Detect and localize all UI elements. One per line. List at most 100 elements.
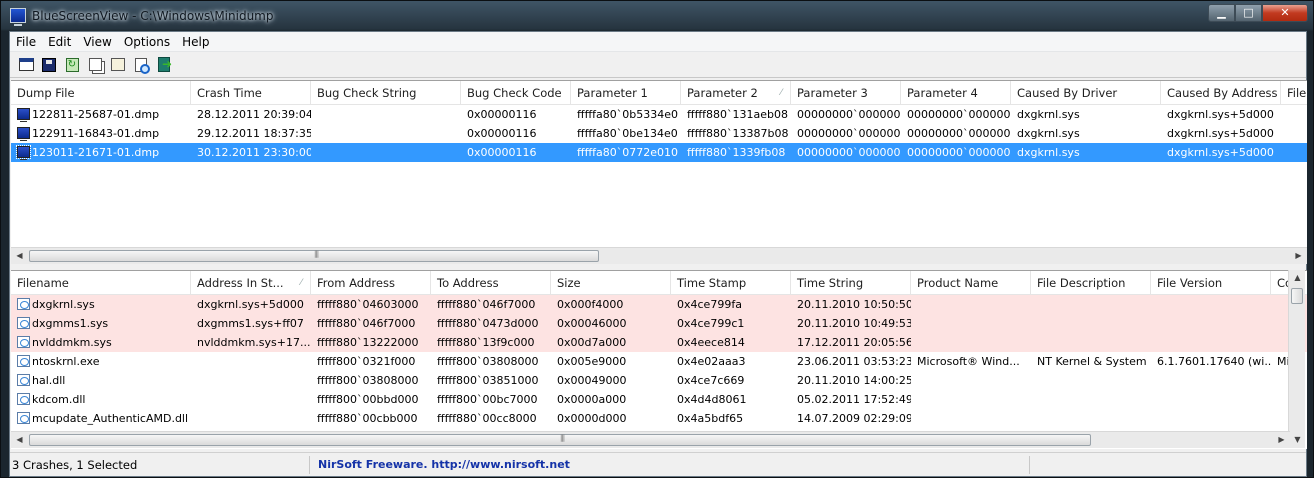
column-header-filename[interactable]: Filename [11, 271, 191, 295]
menu-view[interactable]: View [77, 35, 117, 49]
column-header-time-stamp[interactable]: Time Stamp [671, 271, 791, 295]
column-header-bug-check-code[interactable]: Bug Check Code [461, 81, 571, 105]
crash-list[interactable]: Dump File Crash Time Bug Check String Bug C… [11, 80, 1307, 264]
cell-filename: kdcom.dll [11, 390, 191, 409]
column-header-time-string[interactable]: Time String [791, 271, 911, 295]
find-button[interactable] [131, 55, 151, 75]
column-header-size[interactable]: Size [551, 271, 671, 295]
cell-from-address: fffff800`0321f000 [311, 352, 431, 371]
driver-list-vscrollbar[interactable]: ▲ ▼ [1288, 270, 1305, 448]
scroll-up-arrow[interactable]: ▲ [1289, 270, 1306, 286]
column-header-file[interactable]: File [1281, 81, 1307, 105]
cell-text: fffff800`0321f000 [317, 355, 416, 368]
column-header-address-in-st[interactable]: Address In St... ⁄ [191, 271, 311, 295]
copy-button[interactable] [85, 55, 105, 75]
driver-row[interactable]: kdcom.dll fffff800`00bbd000 fffff800`00bc7… [11, 390, 1307, 409]
scroll-down-arrow[interactable]: ▼ [1289, 432, 1306, 448]
cell-parameter-3: 00000000`000000... [791, 143, 901, 162]
cell-text: 0x0000a000 [557, 393, 627, 406]
cell-file-description [1031, 333, 1151, 352]
column-header-parameter-3[interactable]: Parameter 3 [791, 81, 901, 105]
menu-help[interactable]: Help [176, 35, 215, 49]
column-header-dump-file[interactable]: Dump File [11, 81, 191, 105]
maximize-button[interactable]: □ [1235, 4, 1262, 22]
crash-row[interactable]: 122911-16843-01.dmp 29.12.2011 18:37:35 0x… [11, 124, 1307, 143]
cell-text: fffff800`00bc7000 [437, 393, 538, 406]
cell-bug-check-string [311, 143, 461, 162]
column-header-parameter-2[interactable]: Parameter 2 ⁄ [681, 81, 791, 105]
scroll-right-arrow[interactable]: ▶ [1273, 432, 1290, 448]
html-report-button[interactable] [16, 55, 36, 75]
column-header-caused-by-driver[interactable]: Caused By Driver [1011, 81, 1161, 105]
properties-button[interactable] [108, 55, 128, 75]
scroll-thumb[interactable] [29, 250, 599, 262]
scroll-left-arrow[interactable]: ◀ [11, 248, 28, 264]
cell-to-address: fffff880`046f7000 [431, 295, 551, 314]
column-header-parameter-4[interactable]: Parameter 4 [901, 81, 1011, 105]
cell-file-description [1031, 295, 1151, 314]
column-header-caused-by-address[interactable]: Caused By Address [1161, 81, 1281, 105]
column-header-label: Product Name [917, 276, 999, 290]
driver-row[interactable]: dxgkrnl.sys dxgkrnl.sys+5d000 fffff880`046… [11, 295, 1307, 314]
column-header-product-name[interactable]: Product Name [911, 271, 1031, 295]
cell-to-address: fffff800`03808000 [431, 352, 551, 371]
vscroll-thumb[interactable] [1291, 288, 1303, 304]
nirsoft-link[interactable]: NirSoft Freeware. http://www.nirsoft.net [310, 455, 1030, 474]
crash-list-rows: 122811-25687-01.dmp 28.12.2011 20:39:04 0x… [11, 105, 1307, 162]
cell-address-in-st [191, 409, 311, 428]
driver-row[interactable]: ntoskrnl.exe fffff800`0321f000 fffff800`03… [11, 352, 1307, 371]
column-header-label: Parameter 1 [577, 86, 648, 100]
cell-time-string: 20.11.2010 14:00:25 [791, 371, 911, 390]
driver-row[interactable]: dxgmms1.sys dxgmms1.sys+ff07 fffff880`046f… [11, 314, 1307, 333]
title-bar[interactable]: BlueScreenView - C:\Windows\Minidump ▁ □… [1, 1, 1313, 31]
cell-file [1281, 105, 1307, 124]
save-button[interactable] [39, 55, 59, 75]
cell-parameter-1: fffffa80`0be134e0 [571, 124, 681, 143]
column-header-label: File Version [1157, 276, 1223, 290]
column-header-file-description[interactable]: File Description [1031, 271, 1151, 295]
close-button[interactable]: ✕ [1262, 4, 1308, 22]
column-header-file-version[interactable]: File Version [1151, 271, 1271, 295]
cell-caused-by-driver: dxgkrnl.sys [1011, 105, 1161, 124]
column-header-to-address[interactable]: To Address [431, 271, 551, 295]
cell-text: 29.12.2011 18:37:35 [197, 127, 311, 140]
bluescreen-icon [17, 108, 30, 122]
column-header-crash-time[interactable]: Crash Time [191, 81, 311, 105]
cell-from-address: fffff800`00bbd000 [311, 390, 431, 409]
minimize-button[interactable]: ▁ [1208, 4, 1235, 22]
copy-icon [88, 58, 102, 71]
bluescreenview-app-icon[interactable] [10, 8, 26, 26]
column-header-from-address[interactable]: From Address [311, 271, 431, 295]
scroll-thumb[interactable] [29, 434, 1091, 446]
cell-text: 0x00000116 [467, 108, 537, 121]
crash-list-hscrollbar[interactable]: ◀ ▶ [11, 247, 1307, 264]
crash-row[interactable]: 123011-21671-01.dmp 30.12.2011 23:30:00 0x… [11, 143, 1307, 162]
column-header-label: To Address [437, 276, 499, 290]
column-header-label: Caused By Address [1167, 86, 1278, 100]
cell-text: 0x4d4d8061 [677, 393, 747, 406]
menu-options[interactable]: Options [118, 35, 176, 49]
menu-file[interactable]: File [10, 35, 42, 49]
crash-row[interactable]: 122811-25687-01.dmp 28.12.2011 20:39:04 0x… [11, 105, 1307, 124]
sort-indicator-icon: ⁄ [300, 278, 302, 288]
column-header-label: Size [557, 276, 581, 290]
driver-row[interactable]: hal.dll fffff800`03808000 fffff800`0385100… [11, 371, 1307, 390]
cell-text: ntoskrnl.exe [32, 355, 100, 368]
driver-list[interactable]: Filename Address In St... ⁄ From Address To … [11, 270, 1307, 449]
menu-edit[interactable]: Edit [42, 35, 77, 49]
scroll-right-arrow[interactable]: ▶ [1290, 248, 1307, 264]
column-header-parameter-1[interactable]: Parameter 1 [571, 81, 681, 105]
column-header-bug-check-string[interactable]: Bug Check String [311, 81, 461, 105]
column-header-label: File [1287, 86, 1307, 100]
cell-to-address: fffff880`00cc8000 [431, 409, 551, 428]
exit-button[interactable] [154, 55, 174, 75]
cell-text: 0x4ce7c669 [677, 374, 745, 387]
driver-row[interactable]: nvlddmkm.sys nvlddmkm.sys+17... fffff880`1… [11, 333, 1307, 352]
column-header-label: Crash Time [197, 86, 262, 100]
cell-text: fffff880`046f7000 [317, 317, 416, 330]
refresh-button[interactable]: ↻ [62, 55, 82, 75]
html-report-icon [18, 58, 34, 71]
driver-list-hscrollbar[interactable]: ◀ ▶ [11, 431, 1290, 448]
driver-row[interactable]: mcupdate_AuthenticAMD.dll fffff880`00cbb0… [11, 409, 1307, 428]
scroll-left-arrow[interactable]: ◀ [11, 432, 28, 448]
